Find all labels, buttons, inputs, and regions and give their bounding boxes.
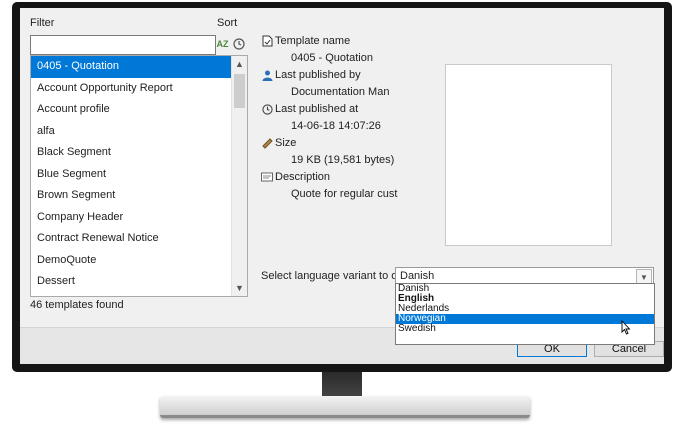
templates-found-count: 46 templates found xyxy=(30,299,124,311)
size-ruler-icon xyxy=(261,137,273,149)
scroll-thumb[interactable] xyxy=(234,74,245,108)
published-by-value: Documentation Man xyxy=(291,86,390,98)
published-at-value: 14-06-18 14:07:26 xyxy=(291,120,381,132)
template-list-item[interactable]: alfa xyxy=(31,121,247,143)
template-file-icon xyxy=(261,35,273,47)
description-value: Quote for regular cust xyxy=(291,188,398,200)
description-icon xyxy=(261,171,273,183)
sort-label: Sort xyxy=(217,17,238,29)
template-list-item[interactable]: Dessert xyxy=(31,271,247,293)
language-options: Danish English Nederlands Norwegian Swedish xyxy=(396,284,654,334)
published-at-label: Last published at xyxy=(275,103,359,115)
size-label: Size xyxy=(275,137,297,149)
scroll-down-icon[interactable]: ▼ xyxy=(232,280,247,296)
template-preview xyxy=(445,64,612,246)
language-dropdown[interactable]: Danish English Nederlands Norwegian Swedish xyxy=(395,283,655,345)
filter-label: Filter xyxy=(30,17,55,29)
template-name-label: Template name xyxy=(275,35,351,47)
language-selected-value: Danish xyxy=(400,270,435,282)
template-name-value: 0405 - Quotation xyxy=(291,52,373,64)
template-list-item[interactable]: 0405 - Quotation xyxy=(31,56,247,78)
published-by-label: Last published by xyxy=(275,69,361,81)
description-label: Description xyxy=(275,171,331,183)
filter-input[interactable] xyxy=(30,35,216,55)
template-list-item[interactable]: Account Opportunity Report xyxy=(31,78,247,100)
template-list-items: 0405 - Quotation Account Opportunity Repo… xyxy=(31,56,247,293)
template-list-item[interactable]: Account profile xyxy=(31,99,247,121)
clock-icon[interactable] xyxy=(231,36,246,51)
language-option-swedish[interactable]: Swedish xyxy=(396,324,654,334)
monitor-base xyxy=(160,396,530,418)
template-list-item[interactable]: DemoQuote xyxy=(31,250,247,272)
scroll-up-icon[interactable]: ▲ xyxy=(232,56,247,72)
template-list-item[interactable]: Company Header xyxy=(31,207,247,229)
clock-icon xyxy=(261,103,273,115)
template-list-item[interactable]: Black Segment xyxy=(31,142,247,164)
list-scrollbar[interactable]: ▲ ▼ xyxy=(231,56,247,296)
template-list-item[interactable]: Contract Renewal Notice xyxy=(31,228,247,250)
template-dialog: Filter Sort AZ 0405 - Quotation Account O… xyxy=(20,8,664,364)
template-list-item[interactable]: Brown Segment xyxy=(31,185,247,207)
user-icon xyxy=(261,69,273,81)
size-value: 19 KB (19,581 bytes) xyxy=(291,154,395,166)
template-list[interactable]: 0405 - Quotation Account Opportunity Repo… xyxy=(30,55,248,297)
sort-az-text: AZ xyxy=(216,38,229,49)
sort-az-icon[interactable]: AZ xyxy=(215,36,230,51)
template-list-item[interactable]: Blue Segment xyxy=(31,164,247,186)
language-option-danish[interactable]: Danish xyxy=(396,284,654,294)
mouse-cursor-icon xyxy=(621,319,631,338)
